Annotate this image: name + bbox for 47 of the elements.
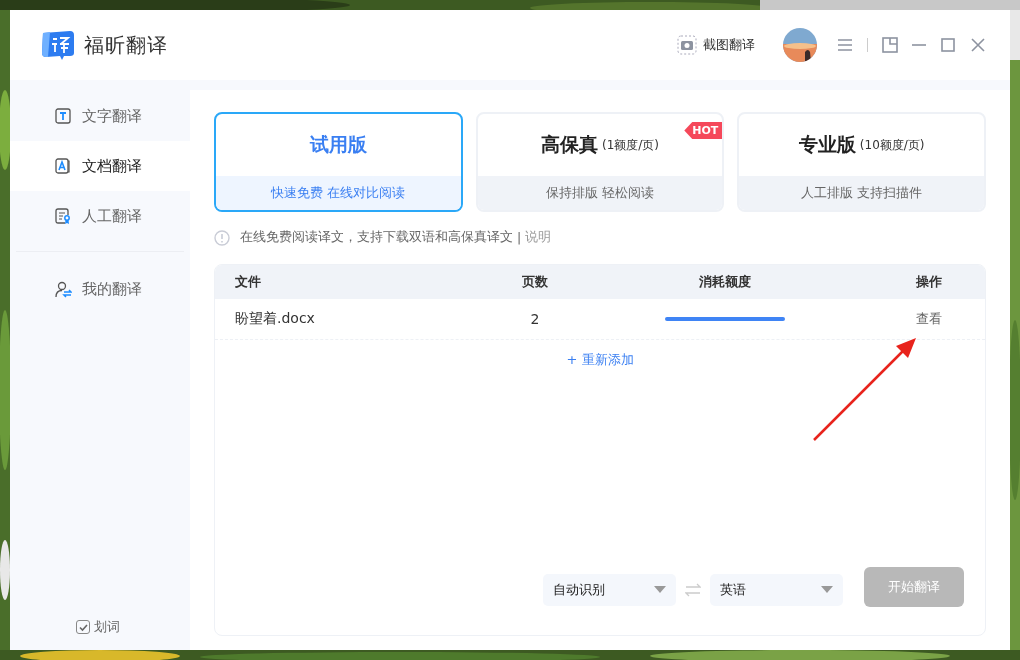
info-icon	[214, 229, 230, 246]
sidebar-item[interactable]: 文档翻译	[10, 141, 190, 191]
minimize-icon	[912, 44, 926, 46]
column-header: 文件	[234, 273, 262, 291]
plan-description: 保持排版 轻松阅读	[477, 176, 723, 210]
plan-name: 高保真	[541, 132, 598, 157]
hot-badge: HOT	[684, 122, 723, 139]
person-arrows-icon	[55, 280, 72, 298]
view-link[interactable]: 查看	[916, 311, 942, 326]
app-title: 福昕翻译	[84, 31, 168, 59]
table-cell-text: 盼望着.docx	[234, 310, 316, 328]
avatar-icon	[783, 28, 817, 62]
plan-price: (1额度/页)	[602, 136, 660, 154]
column-header: 消耗额度	[698, 273, 752, 291]
close-icon	[970, 37, 986, 53]
plan-name: 专业版	[798, 132, 856, 157]
plan-card[interactable]: 试用版 快速免费 在线对比阅读	[214, 112, 463, 212]
plan-name: 试用版	[309, 132, 367, 157]
column-header: 操作	[915, 273, 943, 291]
column-header: 页数	[521, 273, 549, 291]
explanation-link[interactable]: 说明	[525, 229, 552, 246]
notice-text: 在线免费阅读译文，支持下载双语和高保真译文	[240, 229, 513, 246]
swap-arrows-icon	[685, 583, 701, 597]
separator-text: |	[517, 230, 522, 245]
dropdown-caret-icon	[654, 586, 666, 594]
checkbox[interactable]	[76, 620, 90, 634]
sidebar-item[interactable]: 文字翻译	[10, 91, 190, 141]
plan-price: (10额度/页)	[859, 136, 925, 154]
sidebar-item[interactable]: 人工翻译	[10, 191, 190, 241]
sidebar-item[interactable]: 我的翻译	[10, 264, 190, 314]
camera-icon	[677, 35, 697, 55]
text-icon	[55, 107, 72, 125]
plan-description: 人工排版 支持扫描件	[739, 176, 984, 210]
document-person-icon	[55, 207, 72, 225]
document-icon	[55, 157, 72, 175]
screenshot-translate-button[interactable]: 截图翻译	[677, 35, 755, 55]
checkbox-label[interactable]: 划词	[94, 618, 120, 636]
maximize-icon	[940, 37, 956, 53]
plan-card[interactable]: 专业版 (10额度/页) 人工排版 支持扫描件	[737, 112, 986, 212]
pin-window-icon	[882, 37, 898, 53]
plan-card[interactable]: 高保真 (1额度/页) 保持排版 轻松阅读 HOT	[475, 112, 725, 212]
add-again-link[interactable]: + 重新添加	[566, 351, 634, 369]
logo-icon	[40, 29, 76, 61]
dropdown-caret-icon	[821, 586, 833, 594]
plan-description: 快速免费 在线对比阅读	[216, 176, 461, 210]
menu-icon	[837, 37, 853, 53]
table-cell-text: 2	[529, 311, 541, 327]
